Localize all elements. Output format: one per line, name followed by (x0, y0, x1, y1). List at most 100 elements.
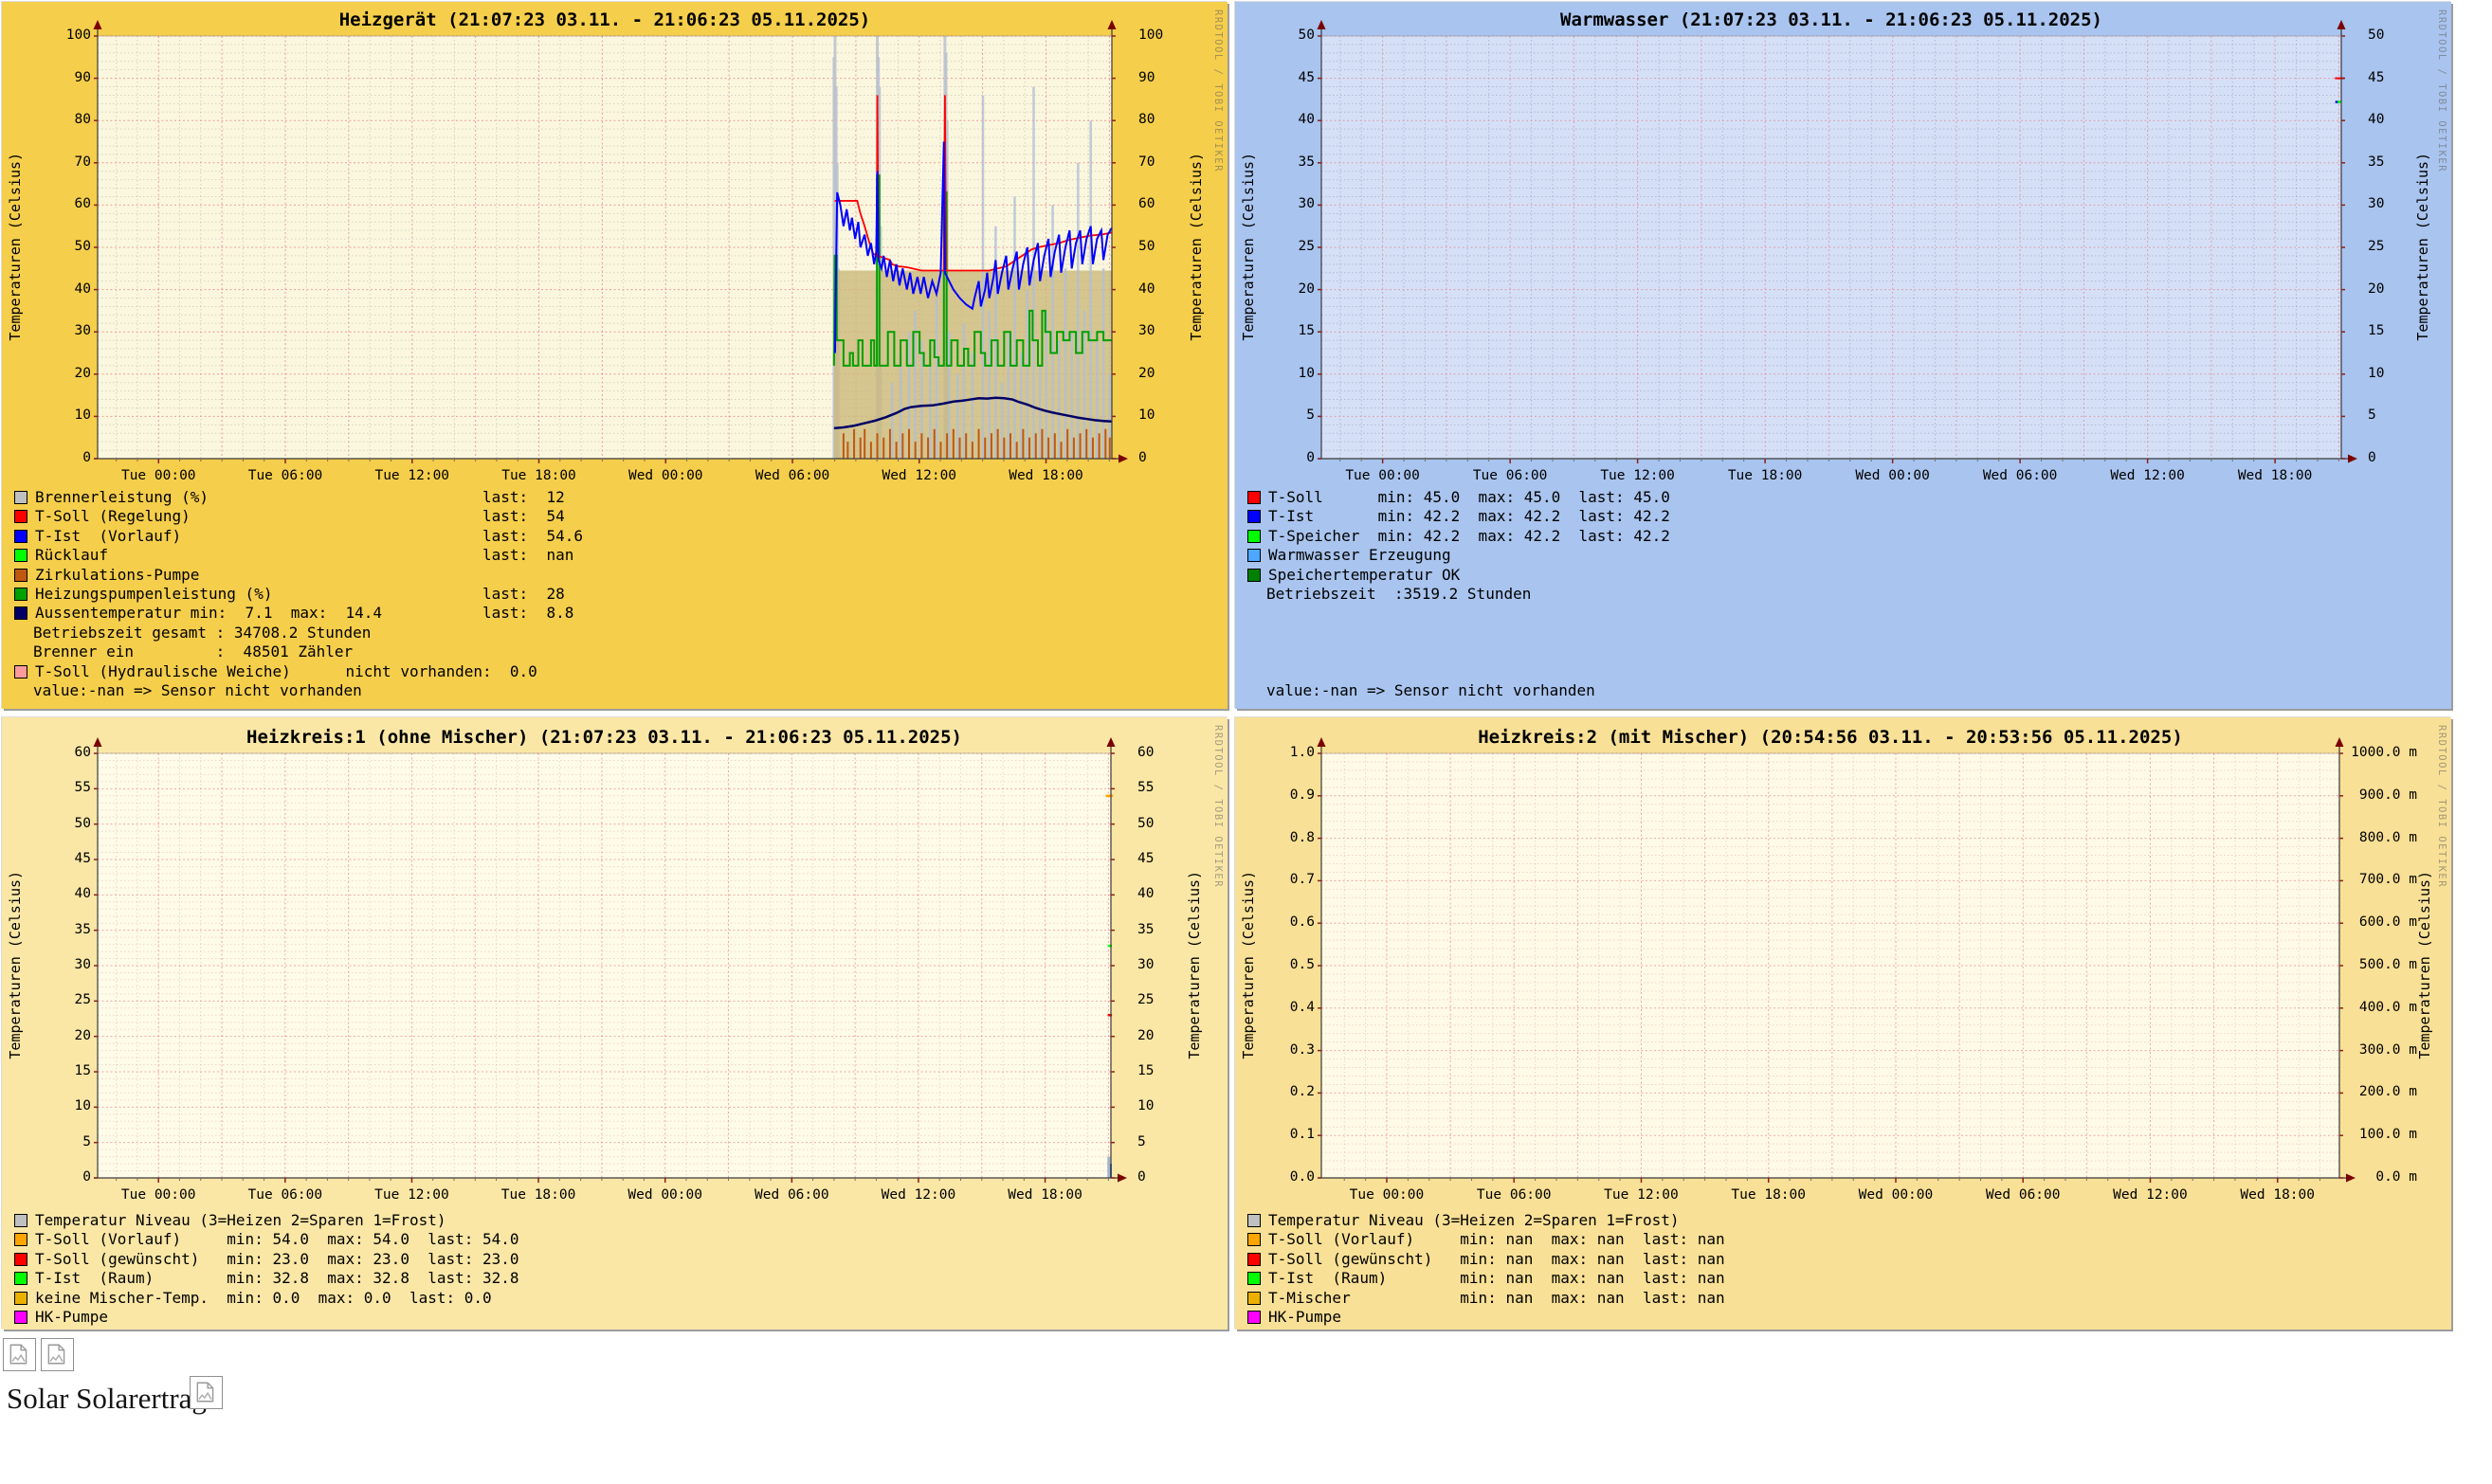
warmwasser-yaxis-label: Temperaturen (Celsius) (1241, 35, 1257, 458)
rrdtool-watermark: RRDTOOL / TOBI OETIKER (1212, 9, 1224, 172)
legend-text: HK-Pumpe (1268, 1308, 1341, 1326)
warmwasser-xtick: Wed 06:00 (1973, 469, 2067, 484)
heizgeraet-legend-row: Rücklauf last: nan (14, 547, 1215, 566)
heizgeraet-ytick-left: 50 (39, 240, 91, 255)
heizkreis1-yaxis-label-right: Temperaturen (Celsius) (1187, 752, 1203, 1177)
heizgeraet-yaxis-label-right: Temperaturen (Celsius) (1189, 35, 1205, 458)
heizkreis2-ytick-left: 0.0 (1263, 1170, 1315, 1185)
warmwasser-ytick-right: 45 (2368, 71, 2444, 86)
heizgeraet-xtick: Tue 06:00 (238, 469, 333, 484)
heizgeraet-legend-row: T-Soll (Regelung) last: 54 (14, 508, 1215, 527)
legend-text: keine Mischer-Temp. min: 0.0 max: 0.0 la… (35, 1289, 492, 1307)
warmwasser-xtick: Tue 06:00 (1463, 469, 1557, 484)
heizgeraet-legend-row: value:-nan => Sensor nicht vorhanden (14, 682, 1215, 701)
legend-text: T-Soll (gewünscht) min: 23.0 max: 23.0 l… (35, 1250, 519, 1268)
legend-swatch (1247, 1292, 1261, 1305)
heizkreis1-xtick: Wed 18:00 (998, 1188, 1093, 1203)
heizgeraet-ytick-left: 10 (39, 408, 91, 424)
heizkreis1-ytick-left: 15 (39, 1064, 91, 1079)
legend-swatch-spacer (14, 628, 26, 640)
warmwasser-xtick: Tue 18:00 (1718, 469, 1812, 484)
heizkreis2-ytick-left: 0.1 (1263, 1128, 1315, 1143)
heizkreis1-ytick-left: 0 (39, 1170, 91, 1185)
heizkreis2-ytick-right: 0.0 m (2351, 1170, 2417, 1185)
heizgeraet-xtick: Wed 18:00 (999, 469, 1094, 484)
heizgeraet-legend-row: Betriebszeit gesamt : 34708.2 Stunden (14, 624, 1215, 643)
heizkreis2-xtick: Tue 00:00 (1339, 1188, 1434, 1203)
legend-swatch (14, 588, 27, 601)
heizkreis1-legend-row: keine Mischer-Temp. min: 0.0 max: 0.0 la… (14, 1290, 1215, 1309)
heizkreis2-ytick-right: 100.0 m (2351, 1128, 2417, 1143)
broken-image-glyph (193, 1380, 218, 1404)
chart-panel-warmwasser: Warmwasser (21:07:23 03.11. - 21:06:23 0… (1235, 2, 2451, 709)
legend-swatch (14, 491, 27, 504)
legend-text: value:-nan => Sensor nicht vorhanden (1266, 681, 1595, 699)
heizgeraet-xtick: Wed 06:00 (745, 469, 840, 484)
legend-swatch (14, 1272, 27, 1285)
legend-swatch (1247, 1233, 1261, 1246)
legend-text: Brenner ein : 48501 Zähler (33, 642, 353, 661)
heizkreis2-ytick-right: 200.0 m (2351, 1085, 2417, 1100)
warmwasser-xtick: Tue 12:00 (1591, 469, 1685, 484)
x-axis-arrow (1118, 1174, 1127, 1183)
legend-text: T-Soll (Hydraulische Weiche) nicht vorha… (35, 662, 537, 680)
heizgeraet-ytick-left: 100 (39, 28, 91, 44)
heizkreis1-xtick: Wed 12:00 (871, 1188, 966, 1203)
broken-image-glyph (7, 1342, 31, 1366)
heizkreis2-xtick: Wed 18:00 (2230, 1188, 2325, 1203)
heizkreis2-ytick-left: 1.0 (1263, 746, 1315, 761)
heizkreis2-ytick-left: 0.8 (1263, 831, 1315, 846)
legend-text: Temperatur Niveau (3=Heizen 2=Sparen 1=F… (35, 1211, 446, 1229)
warmwasser-legend-row: Betriebszeit :3519.2 Stunden (1247, 586, 2439, 605)
warmwasser-ytick-left: 5 (1263, 408, 1315, 424)
heizkreis2-xtick: Wed 00:00 (1848, 1188, 1943, 1203)
heizgeraet-xtick: Wed 00:00 (618, 469, 713, 484)
legend-swatch (1247, 549, 1261, 562)
legend-text: T-Soll (Vorlauf) min: 54.0 max: 54.0 las… (35, 1230, 519, 1248)
warmwasser-ytick-left: 30 (1263, 197, 1315, 212)
heizgeraet-yaxis-label: Temperaturen (Celsius) (8, 35, 24, 458)
heizkreis2-xtick: Tue 06:00 (1466, 1188, 1561, 1203)
heizkreis1-legend-row: HK-Pumpe (14, 1309, 1215, 1328)
legend-text: T-Ist (Vorlauf) last: 54.6 (35, 527, 583, 545)
heizkreis1-ytick-left: 60 (39, 746, 91, 761)
heizkreis2-legend-row: Temperatur Niveau (3=Heizen 2=Sparen 1=F… (1247, 1212, 2439, 1231)
legend-text: Betriebszeit gesamt : 34708.2 Stunden (33, 624, 371, 642)
legend-swatch (1247, 491, 1261, 504)
legend-text: T-Ist (Raum) min: 32.8 max: 32.8 last: 3… (35, 1269, 519, 1287)
warmwasser-legend-row: T-Soll min: 45.0 max: 45.0 last: 45.0 (1247, 489, 2439, 508)
heizkreis2-title: Heizkreis:2 (mit Mischer) (20:54:56 03.1… (1321, 728, 2339, 748)
heizgeraet-xtick: Tue 18:00 (492, 469, 587, 484)
heizkreis2-legend-row: T-Soll (Vorlauf) min: nan max: nan last:… (1247, 1231, 2439, 1250)
legend-swatch (1247, 569, 1261, 582)
warmwasser-xtick: Wed 18:00 (2228, 469, 2322, 484)
warmwasser-ytick-right: 25 (2368, 240, 2444, 255)
heizkreis1-yaxis-label: Temperaturen (Celsius) (8, 752, 24, 1177)
heizgeraet-xtick: Tue 12:00 (365, 469, 460, 484)
heizkreis1-xtick: Tue 18:00 (491, 1188, 586, 1203)
warmwasser-ytick-left: 50 (1263, 28, 1315, 44)
heizkreis1-ytick-left: 20 (39, 1029, 91, 1044)
heizkreis2-ytick-right: 900.0 m (2351, 788, 2417, 804)
legend-text: Aussentemperatur min: 7.1 max: 14.4 last… (35, 604, 573, 622)
heizkreis2-ytick-left: 0.2 (1263, 1085, 1315, 1100)
rrdtool-watermark: RRDTOOL / TOBI OETIKER (2436, 9, 2447, 172)
heizkreis1-ytick-left: 30 (39, 958, 91, 973)
heizgeraet-legend-row: Brenner ein : 48501 Zähler (14, 643, 1215, 662)
heizgeraet-legend-row: T-Soll (Hydraulische Weiche) nicht vorha… (14, 663, 1215, 682)
legend-text: Betriebszeit :3519.2 Stunden (1266, 585, 1531, 603)
rrdtool-watermark: RRDTOOL / TOBI OETIKER (2436, 725, 2447, 888)
legend-text: T-Speicher min: 42.2 max: 42.2 last: 42.… (1268, 527, 1670, 545)
heizkreis1-ytick-left: 45 (39, 852, 91, 867)
broken-image-icon (41, 1338, 74, 1371)
legend-swatch (1247, 1272, 1261, 1285)
warmwasser-ytick-right: 40 (2368, 113, 2444, 128)
heizkreis2-yaxis-label: Temperaturen (Celsius) (1241, 752, 1257, 1177)
warmwasser-legend-row: value:-nan => Sensor nicht vorhanden (1247, 682, 2439, 701)
legend-text: T-Soll (Vorlauf) min: nan max: nan last:… (1268, 1230, 1725, 1248)
x-axis-arrow (2348, 455, 2357, 463)
heizkreis1-xtick: Tue 06:00 (238, 1188, 333, 1203)
heizkreis2-legend-row: HK-Pumpe (1247, 1309, 2439, 1328)
heizkreis1-xtick: Wed 06:00 (744, 1188, 839, 1203)
warmwasser-legend-row: T-Ist min: 42.2 max: 42.2 last: 42.2 (1247, 508, 2439, 527)
